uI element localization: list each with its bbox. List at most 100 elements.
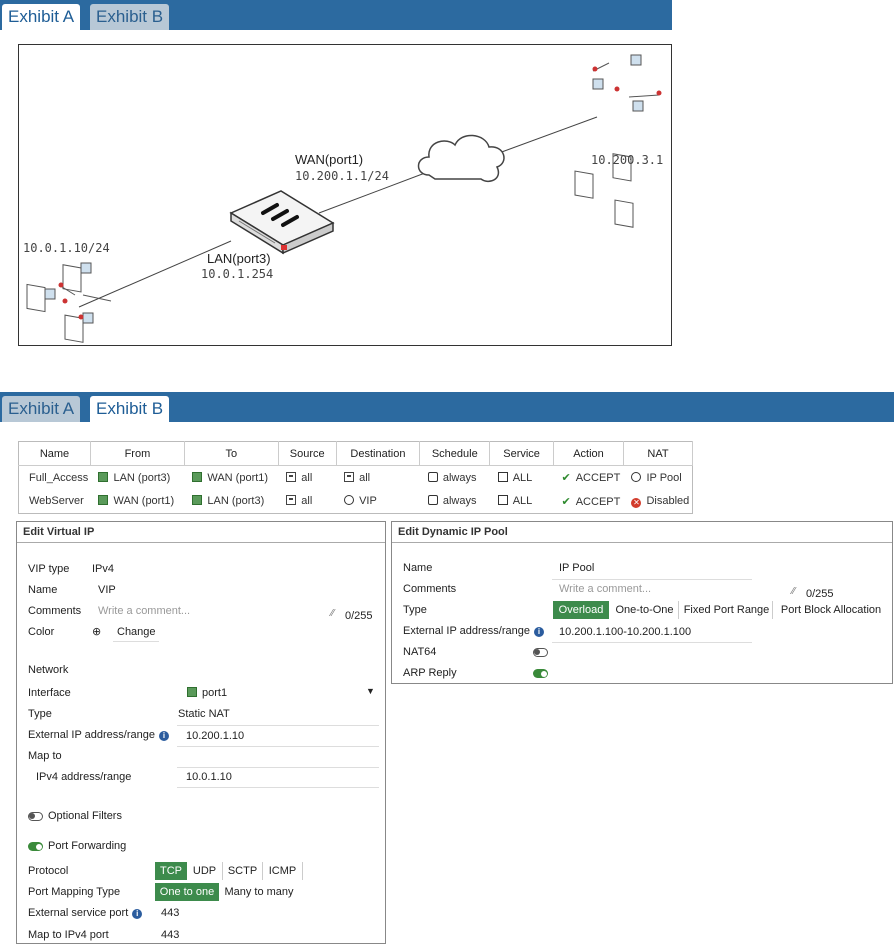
cell-name: WebServer <box>29 495 84 508</box>
external-ip-input[interactable]: 10.200.1.10 <box>186 730 244 742</box>
info-icon[interactable]: i <box>158 731 169 741</box>
col-from: From <box>90 441 185 466</box>
col-action: Action <box>553 441 624 466</box>
interface-icon <box>192 471 203 482</box>
network-heading: Network <box>28 664 69 676</box>
left-computers-icon <box>26 262 112 343</box>
map-port-label: Map to IPv4 port <box>28 929 109 941</box>
type-overload[interactable]: Overload <box>553 601 609 619</box>
lan-label: LAN(port3) <box>207 251 271 266</box>
protocol-sctp[interactable]: SCTP <box>223 862 263 880</box>
protocol-icmp[interactable]: ICMP <box>263 862 303 880</box>
interface-label: Interface <box>28 687 71 699</box>
interface-select[interactable]: port1 <box>187 687 227 699</box>
color-label: Color <box>28 626 55 638</box>
col-name: Name <box>18 441 91 466</box>
panel-title: Edit Dynamic IP Pool <box>398 526 508 538</box>
optional-filters-toggle[interactable] <box>28 812 43 821</box>
arp-reply-toggle[interactable] <box>533 669 548 678</box>
vip-type-value: IPv4 <box>92 563 115 575</box>
col-source: Source <box>278 441 337 466</box>
firewall-policy-table: Name From To Source Destination Schedule… <box>18 441 694 514</box>
pool-external-ip-label: External IP address/range i <box>403 625 544 637</box>
cell-from: WAN (port1) <box>90 490 184 514</box>
external-ip-label: External IP address/range i <box>28 729 169 741</box>
external-port-label: External service port i <box>28 907 143 919</box>
cell-service: ALL <box>490 466 554 490</box>
schedule-icon <box>427 495 438 506</box>
pool-name-label: Name <box>403 562 433 574</box>
info-icon[interactable]: i <box>132 909 143 919</box>
cell-service: ALL <box>490 490 554 514</box>
protocol-udp[interactable]: UDP <box>187 862 223 880</box>
nat64-toggle[interactable] <box>533 648 548 657</box>
pool-type-label: Type <box>403 604 427 616</box>
col-to: To <box>184 441 279 466</box>
comments-label: Comments <box>28 605 82 617</box>
interface-icon <box>187 687 197 697</box>
chevron-down-icon[interactable]: ▼ <box>366 686 375 696</box>
table-row[interactable]: WebServer WAN (port1) LAN (port3) all VI… <box>19 490 693 514</box>
exhibit-b-tabbar: Exhibit A Exhibit B <box>0 392 894 422</box>
pool-comments-field[interactable]: Write a comment... <box>559 583 651 595</box>
nat64-label: NAT64 <box>403 646 437 658</box>
type-value: Static NAT <box>178 708 230 720</box>
resize-handle-icon[interactable]: ⁄⁄ <box>331 608 334 619</box>
cell-nat: IP Pool <box>623 466 692 490</box>
address-icon <box>344 471 355 482</box>
col-schedule: Schedule <box>419 441 491 466</box>
cell-action: ✔ ACCEPT <box>561 495 621 508</box>
right-network-ip: 10.200.3.1 <box>591 153 664 167</box>
col-nat: NAT <box>623 441 694 466</box>
cell-name: Full_Access <box>29 471 89 484</box>
right-computers-icon <box>574 54 662 228</box>
type-port-block-allocation[interactable]: Port Block Allocation <box>776 601 886 619</box>
mapping-many-to-many[interactable]: Many to many <box>221 883 297 901</box>
tab-exhibit-b-2[interactable]: Exhibit B <box>90 396 170 422</box>
wan-label: WAN(port1) <box>295 152 364 167</box>
external-port-input[interactable]: 443 <box>161 907 179 919</box>
port-forwarding-toggle[interactable] <box>28 842 43 851</box>
tab-exhibit-a[interactable]: Exhibit A <box>2 4 81 30</box>
pool-external-ip-input[interactable]: 10.200.1.100-10.200.1.100 <box>559 626 691 638</box>
table-header-row: Name From To Source Destination Schedule… <box>18 441 694 466</box>
left-network-ip: 10.0.1.10/24 <box>23 241 110 255</box>
cell-to: WAN (port1) <box>184 466 278 490</box>
address-icon <box>286 471 297 482</box>
cell-destination: all <box>336 466 420 490</box>
type-fixed-port-range[interactable]: Fixed Port Range <box>681 601 773 619</box>
name-field[interactable]: VIP <box>98 584 116 596</box>
edit-dynamic-ip-pool-panel: Edit Dynamic IP Pool Name IP Pool Commen… <box>391 521 893 684</box>
tab-exhibit-b[interactable]: Exhibit B <box>90 4 170 30</box>
map-port-input[interactable]: 443 <box>161 929 179 941</box>
edit-virtual-ip-panel: Edit Virtual IP VIP type IPv4 Name VIP C… <box>16 521 386 944</box>
pool-comment-count: 0/255 <box>806 588 834 600</box>
info-icon[interactable]: i <box>533 627 544 637</box>
disabled-icon: ✕ <box>631 497 642 508</box>
comments-field[interactable]: Write a comment... <box>98 605 190 617</box>
type-one-to-one[interactable]: One-to-One <box>611 601 679 619</box>
cell-source: all <box>278 490 336 514</box>
cell-from: LAN (port3) <box>90 466 184 490</box>
panel-title: Edit Virtual IP <box>23 526 95 538</box>
cell-to: LAN (port3) <box>184 490 278 514</box>
mapping-one-to-one[interactable]: One to one <box>155 883 219 901</box>
comment-count: 0/255 <box>345 610 373 622</box>
ip-pool-icon <box>631 471 642 482</box>
ipv4-address-input[interactable]: 10.0.1.10 <box>186 771 232 783</box>
resize-handle-icon[interactable]: ⁄⁄ <box>792 586 795 597</box>
col-service: Service <box>489 441 554 466</box>
exhibit-a-tabbar: Exhibit A Exhibit B <box>0 0 672 30</box>
protocol-label: Protocol <box>28 865 69 877</box>
port-forwarding-label: Port Forwarding <box>48 840 127 852</box>
cell-source: all <box>278 466 336 490</box>
pool-name-field[interactable]: IP Pool <box>559 562 594 574</box>
protocol-tcp[interactable]: TCP <box>155 862 187 880</box>
tab-exhibit-a-2[interactable]: Exhibit A <box>2 396 81 422</box>
interface-icon <box>98 495 109 506</box>
cell-schedule: always <box>420 466 490 490</box>
interface-icon <box>98 471 109 482</box>
color-change-button[interactable]: Change <box>117 626 156 638</box>
table-row[interactable]: Full_Access LAN (port3) WAN (port1) all … <box>19 466 693 490</box>
palette-icon: ⊕ <box>92 626 102 638</box>
